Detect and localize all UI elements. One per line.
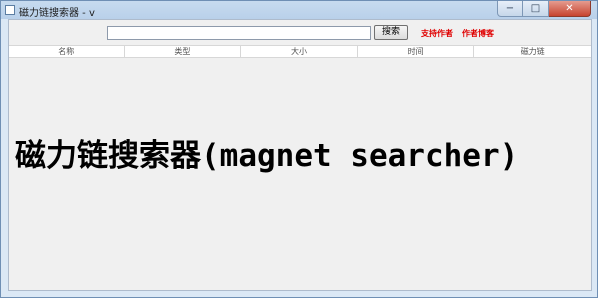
column-header-time[interactable]: 时间 <box>358 46 475 57</box>
author-blog-link[interactable]: 作者博客 <box>462 28 494 39</box>
column-header-type[interactable]: 类型 <box>125 46 242 57</box>
minimize-icon: − <box>505 3 515 14</box>
close-button[interactable]: ✕ <box>549 1 591 17</box>
results-table-header: 名称 类型 大小 时间 磁力链 <box>9 45 591 58</box>
title-bar[interactable]: 磁力链搜索器 - v − □ ✕ <box>1 1 597 19</box>
search-button[interactable]: 搜索 <box>374 25 408 40</box>
window-title: 磁力链搜索器 - v <box>19 8 95 19</box>
minimize-button[interactable]: − <box>497 1 523 17</box>
search-input[interactable] <box>107 26 371 40</box>
close-icon: ✕ <box>565 3 574 14</box>
overlay-caption: 磁力链搜索器(magnet searcher) <box>15 138 519 174</box>
column-header-magnet[interactable]: 磁力链 <box>474 46 591 57</box>
maximize-icon: □ <box>530 3 541 14</box>
app-window: 磁力链搜索器 - v − □ ✕ 搜索 支持作者 作者博客 名称 类型 大小 时… <box>0 0 598 298</box>
column-header-size[interactable]: 大小 <box>241 46 358 57</box>
column-header-name[interactable]: 名称 <box>9 46 125 57</box>
support-author-link[interactable]: 支持作者 <box>421 28 453 39</box>
app-icon <box>5 5 15 15</box>
window-controls: − □ ✕ <box>497 1 591 19</box>
maximize-button[interactable]: □ <box>523 1 549 17</box>
